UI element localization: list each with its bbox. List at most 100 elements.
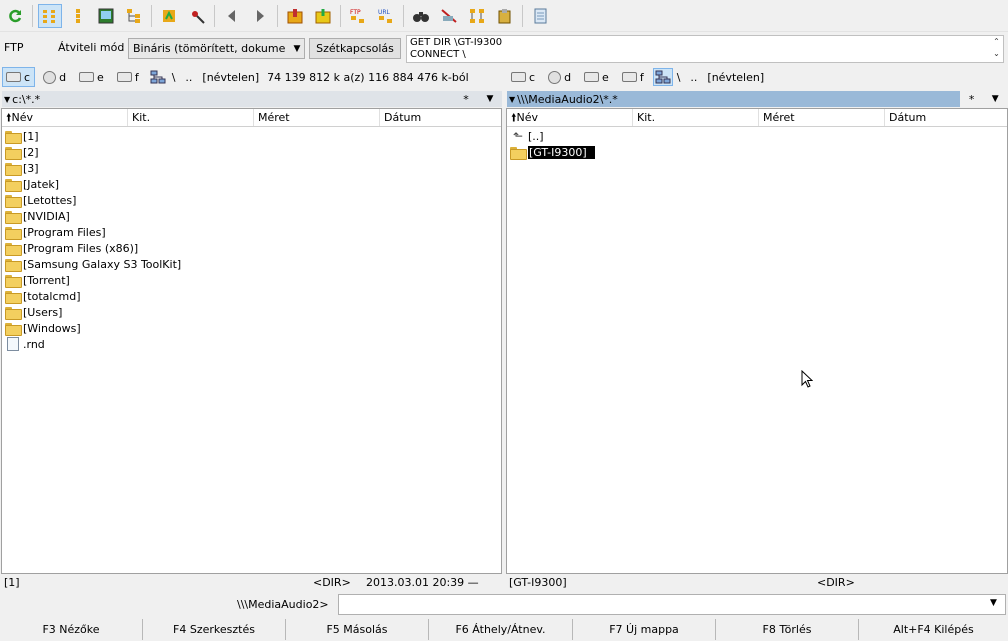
file-row[interactable]: [Program Files (x86)] xyxy=(2,240,501,256)
f8-delete-button[interactable]: F8 Törlés xyxy=(716,619,859,640)
command-line-input[interactable] xyxy=(338,594,1006,615)
pack-icon[interactable] xyxy=(283,4,307,28)
brief-view-icon[interactable] xyxy=(38,3,62,28)
sync-dirs-icon[interactable] xyxy=(465,4,489,28)
right-drive-e[interactable]: e xyxy=(580,67,614,87)
root-dir-button[interactable]: \ xyxy=(677,71,681,84)
notepad-icon[interactable] xyxy=(528,4,552,28)
file-row[interactable]: [Torrent] xyxy=(2,272,501,288)
forward-icon[interactable] xyxy=(248,4,272,28)
unpack-icon[interactable] xyxy=(311,4,335,28)
full-view-icon[interactable] xyxy=(66,4,90,28)
toolbar-separator xyxy=(214,4,215,27)
left-file-list: [1] [2] [3] [Jatek] [Letottes] [NVIDIA] [Progr… xyxy=(2,128,501,352)
history-dropdown-icon[interactable]: ▼ xyxy=(2,95,10,104)
column-date[interactable]: Dátum xyxy=(380,109,501,126)
drive-letter: e xyxy=(602,70,609,84)
f5-copy-button[interactable]: F5 Másolás xyxy=(286,619,429,640)
f6-move-button[interactable]: F6 Áthely/Átnev. xyxy=(429,619,573,640)
refresh-icon[interactable] xyxy=(3,4,27,28)
left-status-date: 2013.03.01 20:39 — xyxy=(366,576,479,589)
parent-dir-button[interactable]: .. xyxy=(185,71,192,84)
chevron-down-icon[interactable]: ▼ xyxy=(478,94,502,104)
file-row[interactable]: [totalcmd] xyxy=(2,288,501,304)
network-drive-icon[interactable] xyxy=(148,68,168,86)
f7-new-folder-button[interactable]: F7 Új mappa xyxy=(573,619,716,640)
disconnect-button[interactable]: Szétkapcsolás xyxy=(309,38,401,59)
multi-rename-icon[interactable] xyxy=(437,4,461,28)
drive-icon xyxy=(6,72,21,82)
column-name[interactable]: 🠙Név xyxy=(507,109,633,126)
file-row[interactable]: [Users] xyxy=(2,304,501,320)
toolbar-separator xyxy=(151,4,152,27)
drive-letter: f xyxy=(134,70,139,84)
copy-names-icon[interactable] xyxy=(493,4,517,28)
favorites-star-icon[interactable]: * xyxy=(960,93,984,106)
left-drive-f[interactable]: f xyxy=(113,67,144,87)
right-file-panel[interactable]: 🠙Név Kit. Méret Dátum ⬑ [..] [GT-I9300] xyxy=(506,108,1008,574)
ftp-log-scrollbar[interactable]: ⌃ ⌄ xyxy=(990,36,1003,62)
network-drive-icon[interactable] xyxy=(652,68,673,86)
column-name[interactable]: 🠙Név xyxy=(2,109,128,126)
alt-f4-exit-button[interactable]: Alt+F4 Kilépés xyxy=(859,619,1008,640)
folder-icon xyxy=(5,258,22,272)
file-name: .rnd xyxy=(23,337,45,351)
history-dropdown-icon[interactable]: ▼ xyxy=(507,95,515,104)
file-row[interactable]: [3] xyxy=(2,160,501,176)
right-drive-c[interactable]: c xyxy=(507,67,540,87)
sort-icon[interactable] xyxy=(157,4,181,28)
scroll-up-icon[interactable]: ⌃ xyxy=(990,36,1003,48)
file-row[interactable]: [NVIDIA] xyxy=(2,208,501,224)
scroll-down-icon[interactable]: ⌄ xyxy=(990,48,1003,60)
column-size[interactable]: Méret xyxy=(759,109,885,126)
file-row[interactable]: [Windows] xyxy=(2,320,501,336)
f3-view-button[interactable]: F3 Nézőke xyxy=(0,619,143,640)
f4-edit-button[interactable]: F4 Szerkesztés xyxy=(143,619,286,640)
file-icon xyxy=(7,337,19,351)
folder-icon xyxy=(5,194,22,208)
file-name: [1] xyxy=(23,129,39,143)
volume-label: [névtelen] xyxy=(707,70,765,84)
root-dir-button[interactable]: \ xyxy=(172,71,176,84)
file-row[interactable]: [Samsung Galaxy S3 ToolKit] xyxy=(2,256,501,272)
tree-icon[interactable] xyxy=(122,4,146,28)
right-drive-f[interactable]: f xyxy=(618,67,649,87)
file-row[interactable]: [Jatek] xyxy=(2,176,501,192)
file-row[interactable]: [GT-I9300] xyxy=(507,144,1007,160)
right-drive-d[interactable]: d xyxy=(544,67,576,87)
column-ext[interactable]: Kit. xyxy=(128,109,254,126)
back-icon[interactable] xyxy=(220,4,244,28)
favorites-star-icon[interactable]: * xyxy=(454,93,478,106)
file-name: [2] xyxy=(23,145,39,159)
right-path-bar[interactable]: ▼ \\\MediaAudio2\*.* * ▼ xyxy=(507,91,1007,107)
file-row[interactable]: [Program Files] xyxy=(2,224,501,240)
column-size[interactable]: Méret xyxy=(254,109,380,126)
url-connect-icon[interactable]: URL xyxy=(374,4,398,28)
column-ext[interactable]: Kit. xyxy=(633,109,759,126)
thumbnails-icon[interactable] xyxy=(94,4,118,28)
folder-icon xyxy=(5,306,22,320)
mouse-cursor-icon xyxy=(801,370,813,388)
file-row[interactable]: [1] xyxy=(2,128,501,144)
transfer-mode-select[interactable]: Bináris (tömörített, dokume ▼ xyxy=(128,38,305,59)
chevron-down-icon[interactable]: ▼ xyxy=(990,598,997,608)
file-row[interactable]: ⬑ [..] xyxy=(507,128,1007,144)
left-file-panel[interactable]: 🠙Név Kit. Méret Dátum [1] [2] [3] [Jatek] [L… xyxy=(1,108,502,574)
column-date[interactable]: Dátum xyxy=(885,109,1007,126)
parent-dir-button[interactable]: .. xyxy=(690,71,697,84)
file-row[interactable]: .rnd xyxy=(2,336,501,352)
file-row[interactable]: [Letottes] xyxy=(2,192,501,208)
invert-selection-icon[interactable] xyxy=(185,4,209,28)
drive-icon xyxy=(621,72,637,82)
left-path-bar[interactable]: ▼ c:\*.* * ▼ xyxy=(2,91,502,107)
left-drive-c[interactable]: c xyxy=(2,67,36,87)
left-column-headers: 🠙Név Kit. Méret Dátum xyxy=(2,109,501,127)
search-icon[interactable] xyxy=(409,4,433,28)
left-drive-d[interactable]: d xyxy=(39,67,71,87)
file-name: [GT-I9300] xyxy=(528,145,595,159)
left-drive-e[interactable]: e xyxy=(75,67,109,87)
right-status-size: <DIR> xyxy=(817,576,855,589)
ftp-connect-icon[interactable]: FTP xyxy=(346,4,370,28)
chevron-down-icon[interactable]: ▼ xyxy=(983,94,1007,104)
file-row[interactable]: [2] xyxy=(2,144,501,160)
